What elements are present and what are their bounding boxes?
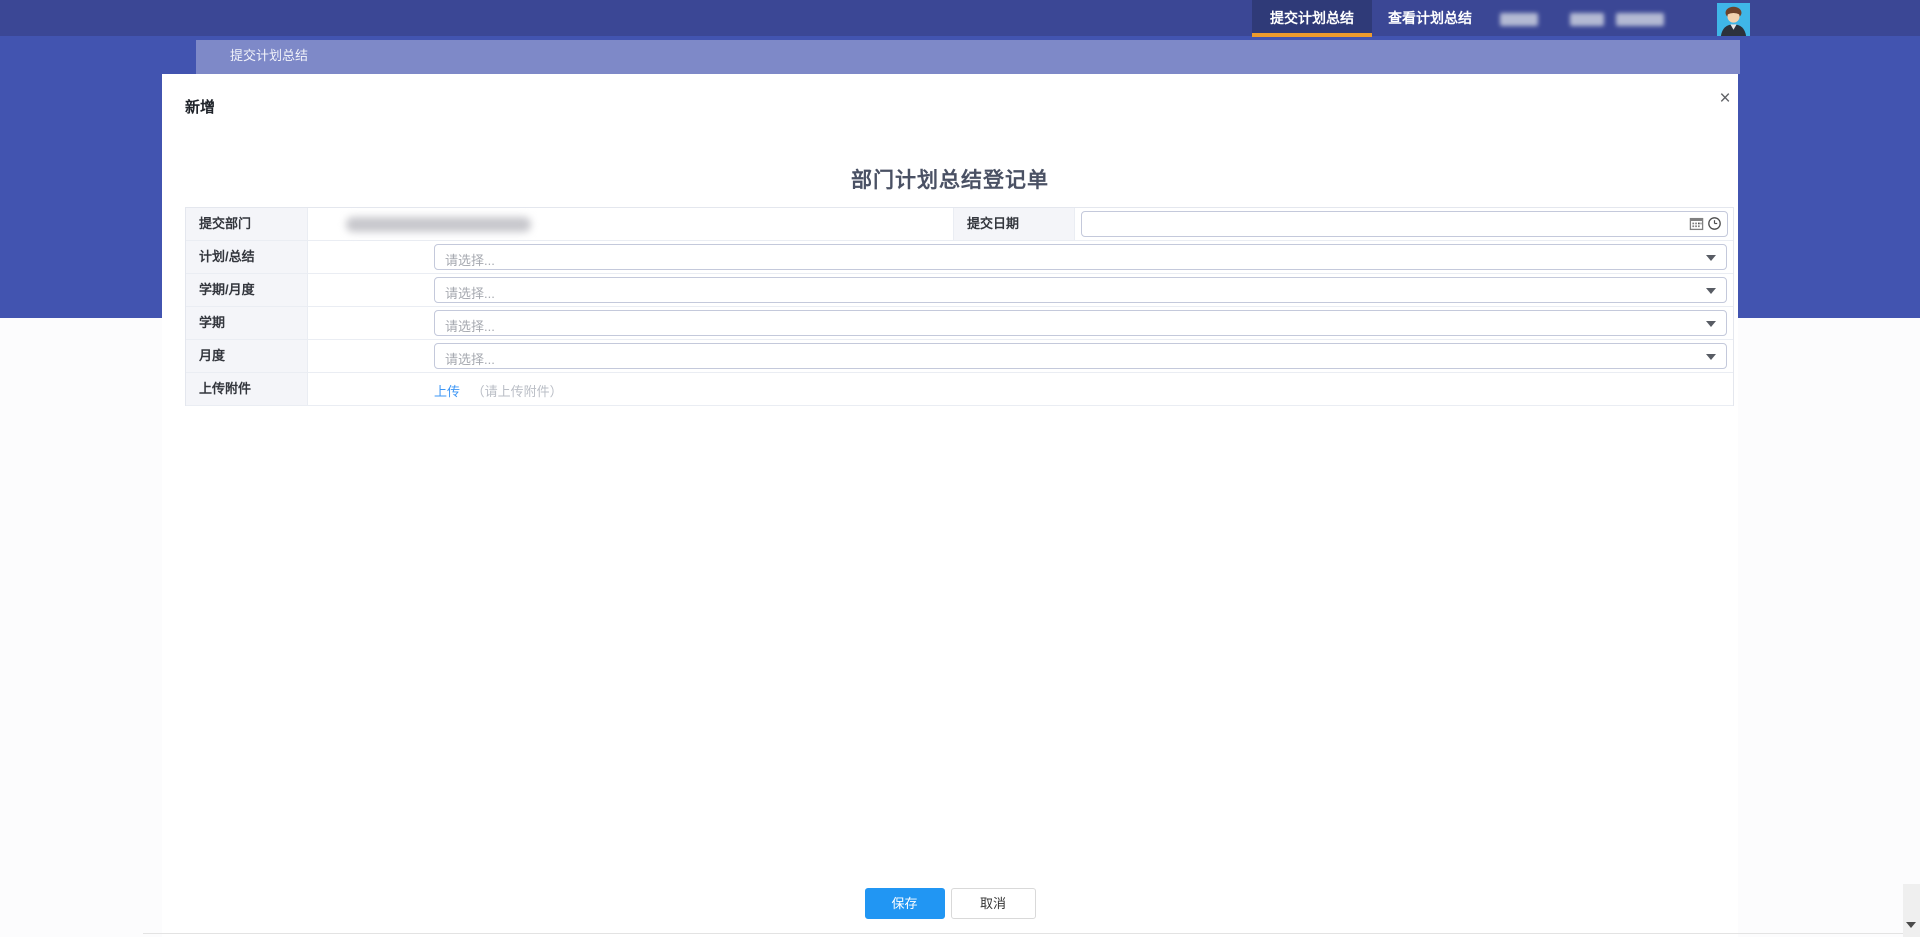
subheader-title: 提交计划总结 bbox=[230, 48, 308, 63]
scrollbar-down-arrow-icon[interactable] bbox=[1906, 922, 1916, 928]
upload-hint: （请上传附件） bbox=[472, 384, 563, 399]
table-row-term-month: 学期/月度 请选择... bbox=[186, 274, 1733, 307]
upload-cell: 上传 （请上传附件） bbox=[308, 373, 1733, 405]
app-root: 提交计划总结 承德应用技术职业学院 CHENGDE COLLEGE OF APP… bbox=[0, 0, 1920, 937]
date-cell bbox=[1075, 208, 1733, 240]
month-placeholder: 请选择... bbox=[445, 349, 495, 368]
upload-line: 上传 （请上传附件） bbox=[434, 381, 563, 400]
dept-label: 提交部门 bbox=[186, 208, 308, 240]
tab-view-plan-summary[interactable]: 查看计划总结 bbox=[1372, 0, 1488, 36]
cancel-button[interactable]: 取消 bbox=[951, 888, 1036, 919]
upload-label: 上传附件 bbox=[186, 373, 308, 405]
date-field-wrap bbox=[1081, 211, 1728, 237]
table-row-month: 月度 请选择... bbox=[186, 340, 1733, 373]
redacted-nav-item-2[interactable] bbox=[1570, 13, 1604, 26]
chevron-down-icon bbox=[1706, 321, 1716, 327]
month-label: 月度 bbox=[186, 340, 308, 372]
date-icons bbox=[1689, 216, 1722, 231]
submit-date-input[interactable] bbox=[1081, 211, 1728, 237]
clock-icon[interactable] bbox=[1707, 216, 1722, 231]
month-select[interactable]: 请选择... bbox=[434, 343, 1727, 369]
modal-title: 新增 bbox=[185, 96, 215, 117]
date-label: 提交日期 bbox=[953, 208, 1075, 240]
save-button[interactable]: 保存 bbox=[865, 888, 945, 919]
tab-submit-plan-summary[interactable]: 提交计划总结 bbox=[1252, 0, 1372, 37]
plan-summary-label: 计划/总结 bbox=[186, 241, 308, 273]
bottom-divider bbox=[143, 933, 1904, 934]
upload-link[interactable]: 上传 bbox=[434, 384, 460, 399]
month-cell: 请选择... bbox=[308, 340, 1733, 372]
redacted-dept-value bbox=[346, 217, 531, 232]
redacted-nav-item-3[interactable] bbox=[1616, 13, 1664, 26]
plan-summary-placeholder: 请选择... bbox=[445, 250, 495, 269]
term-month-label: 学期/月度 bbox=[186, 274, 308, 306]
term-select[interactable]: 请选择... bbox=[434, 310, 1727, 336]
new-entry-modal: 新增 × 部门计划总结登记单 提交部门 提交日期 bbox=[162, 74, 1738, 937]
term-placeholder: 请选择... bbox=[445, 316, 495, 335]
chevron-down-icon bbox=[1706, 354, 1716, 360]
term-month-placeholder: 请选择... bbox=[445, 283, 495, 302]
close-icon[interactable]: × bbox=[1712, 86, 1738, 112]
term-month-select[interactable]: 请选择... bbox=[434, 277, 1727, 303]
chevron-down-icon bbox=[1706, 288, 1716, 294]
redacted-nav-item-1[interactable] bbox=[1500, 13, 1538, 26]
dept-value-cell bbox=[308, 208, 953, 240]
table-row-dept-date: 提交部门 提交日期 bbox=[186, 208, 1733, 241]
user-avatar[interactable] bbox=[1717, 3, 1750, 36]
term-cell: 请选择... bbox=[308, 307, 1733, 339]
term-label: 学期 bbox=[186, 307, 308, 339]
table-row-upload: 上传附件 上传 （请上传附件） bbox=[186, 373, 1733, 406]
modal-footer: 保存 取消 bbox=[162, 888, 1738, 919]
table-row-plan-summary: 计划/总结 请选择... bbox=[186, 241, 1733, 274]
plan-summary-select[interactable]: 请选择... bbox=[434, 244, 1727, 270]
registration-form-table: 提交部门 提交日期 bbox=[185, 207, 1734, 406]
scrollbar-track[interactable] bbox=[1903, 884, 1920, 937]
chevron-down-icon bbox=[1706, 255, 1716, 261]
term-month-cell: 请选择... bbox=[308, 274, 1733, 306]
form-title: 部门计划总结登记单 bbox=[162, 164, 1738, 194]
plan-summary-cell: 请选择... bbox=[308, 241, 1733, 273]
subheader-bar: 提交计划总结 bbox=[196, 40, 1740, 74]
calendar-icon[interactable] bbox=[1689, 216, 1704, 231]
table-row-term: 学期 请选择... bbox=[186, 307, 1733, 340]
